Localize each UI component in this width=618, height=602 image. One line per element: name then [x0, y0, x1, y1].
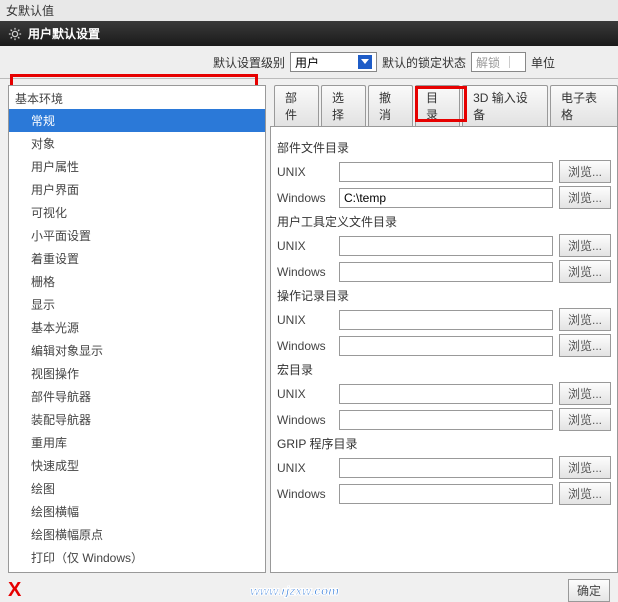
level-label: 默认设置级别: [213, 54, 285, 71]
tab[interactable]: 选择: [321, 85, 366, 126]
field-label: UNIX: [277, 239, 333, 253]
field-label: UNIX: [277, 387, 333, 401]
watermark: www.rjzxw.com: [250, 584, 338, 598]
field-label: Windows: [277, 339, 333, 353]
tree-item[interactable]: 常规: [9, 109, 265, 132]
tab-bar: 部件选择撤消目录3D 输入设备电子表格: [270, 85, 618, 126]
browse-button[interactable]: 浏览...: [559, 308, 611, 331]
top-label: 女默认值: [0, 0, 618, 21]
path-input[interactable]: [339, 336, 553, 356]
section-title: 操作记录目录: [277, 287, 611, 304]
level-value: 用户: [295, 54, 355, 71]
tree-item[interactable]: PDF 导出: [9, 569, 265, 573]
path-input[interactable]: [339, 188, 553, 208]
tab[interactable]: 部件: [274, 85, 319, 126]
browse-button[interactable]: 浏览...: [559, 482, 611, 505]
browse-button[interactable]: 浏览...: [559, 382, 611, 405]
field-label: UNIX: [277, 461, 333, 475]
lock-value: 解锁: [476, 54, 506, 71]
tab[interactable]: 3D 输入设备: [462, 85, 548, 126]
tree-item[interactable]: 用户属性: [9, 155, 265, 178]
path-input[interactable]: [339, 236, 553, 256]
tree-item[interactable]: 快速成型: [9, 454, 265, 477]
tree-pane[interactable]: 基本环境常规对象用户属性用户界面可视化小平面设置着重设置栅格显示基本光源编辑对象…: [8, 85, 266, 573]
form-row: UNIX 浏览...: [277, 382, 611, 405]
tab[interactable]: 目录: [415, 85, 460, 126]
lock-combo[interactable]: 解锁: [471, 52, 526, 72]
section-title: GRIP 程序目录: [277, 435, 611, 452]
main-area: 基本环境常规对象用户属性用户界面可视化小平面设置着重设置栅格显示基本光源编辑对象…: [0, 79, 618, 579]
tree-item[interactable]: 用户界面: [9, 178, 265, 201]
tree-group[interactable]: 基本环境: [9, 86, 265, 109]
footer: X www.rjzxw.com 确定: [0, 579, 618, 602]
field-label: Windows: [277, 413, 333, 427]
browse-button[interactable]: 浏览...: [559, 456, 611, 479]
right-pane: 部件选择撤消目录3D 输入设备电子表格 部件文件目录UNIX浏览...Windo…: [270, 85, 618, 573]
section-title: 用户工具定义文件目录: [277, 213, 611, 230]
path-input[interactable]: [339, 310, 553, 330]
form-row: UNIX 浏览...: [277, 160, 611, 183]
path-input[interactable]: [339, 262, 553, 282]
tree-item[interactable]: 绘图横幅: [9, 500, 265, 523]
path-input[interactable]: [339, 162, 553, 182]
browse-button[interactable]: 浏览...: [559, 234, 611, 257]
tree-item[interactable]: 重用库: [9, 431, 265, 454]
form-row: Windows 浏览...: [277, 334, 611, 357]
tree-item[interactable]: 着重设置: [9, 247, 265, 270]
path-input[interactable]: [339, 458, 553, 478]
tree-item[interactable]: 显示: [9, 293, 265, 316]
form-row: Windows 浏览...: [277, 186, 611, 209]
tree-item[interactable]: 可视化: [9, 201, 265, 224]
field-label: Windows: [277, 487, 333, 501]
path-input[interactable]: [339, 384, 553, 404]
form-area: 部件文件目录 UNIX 浏览... Windows 浏览... 用户工具定义文件目录 UNI…: [270, 126, 618, 573]
window-title: 用户默认设置: [28, 25, 100, 42]
browse-button[interactable]: 浏览...: [559, 160, 611, 183]
section-title: 部件文件目录: [277, 139, 611, 156]
tree-item[interactable]: 栅格: [9, 270, 265, 293]
ok-button[interactable]: 确定: [568, 579, 610, 602]
form-row: UNIX 浏览...: [277, 456, 611, 479]
tree-item[interactable]: 部件导航器: [9, 385, 265, 408]
titlebar: 用户默认设置: [0, 21, 618, 46]
browse-button[interactable]: 浏览...: [559, 408, 611, 431]
browse-button[interactable]: 浏览...: [559, 260, 611, 283]
form-row: Windows 浏览...: [277, 260, 611, 283]
tree-item[interactable]: 对象: [9, 132, 265, 155]
tree-item[interactable]: 基本光源: [9, 316, 265, 339]
form-row: Windows 浏览...: [277, 482, 611, 505]
tree-item[interactable]: 小平面设置: [9, 224, 265, 247]
field-label: UNIX: [277, 165, 333, 179]
field-label: UNIX: [277, 313, 333, 327]
tab[interactable]: 撤消: [368, 85, 413, 126]
tree-item[interactable]: 编辑对象显示: [9, 339, 265, 362]
lock-label: 默认的锁定状态: [382, 54, 466, 71]
field-label: Windows: [277, 265, 333, 279]
form-row: Windows 浏览...: [277, 408, 611, 431]
browse-button[interactable]: 浏览...: [559, 186, 611, 209]
tree-item[interactable]: 视图操作: [9, 362, 265, 385]
form-row: UNIX 浏览...: [277, 234, 611, 257]
level-combo[interactable]: 用户: [290, 52, 377, 72]
path-input[interactable]: [339, 484, 553, 504]
section-title: 宏目录: [277, 361, 611, 378]
tab[interactable]: 电子表格: [550, 85, 618, 126]
toolbar: 默认设置级别 用户 默认的锁定状态 解锁 单位: [0, 46, 618, 79]
tree-item[interactable]: 绘图横幅原点: [9, 523, 265, 546]
tree-item[interactable]: 装配导航器: [9, 408, 265, 431]
unit-label: 单位: [531, 54, 555, 71]
tree-item[interactable]: 打印（仅 Windows）: [9, 546, 265, 569]
tree-item[interactable]: 绘图: [9, 477, 265, 500]
field-label: Windows: [277, 191, 333, 205]
browse-button[interactable]: 浏览...: [559, 334, 611, 357]
chevron-down-icon: [358, 55, 372, 69]
form-row: UNIX 浏览...: [277, 308, 611, 331]
close-x-icon[interactable]: X: [8, 579, 21, 602]
path-input[interactable]: [339, 410, 553, 430]
gear-icon: [8, 27, 22, 41]
